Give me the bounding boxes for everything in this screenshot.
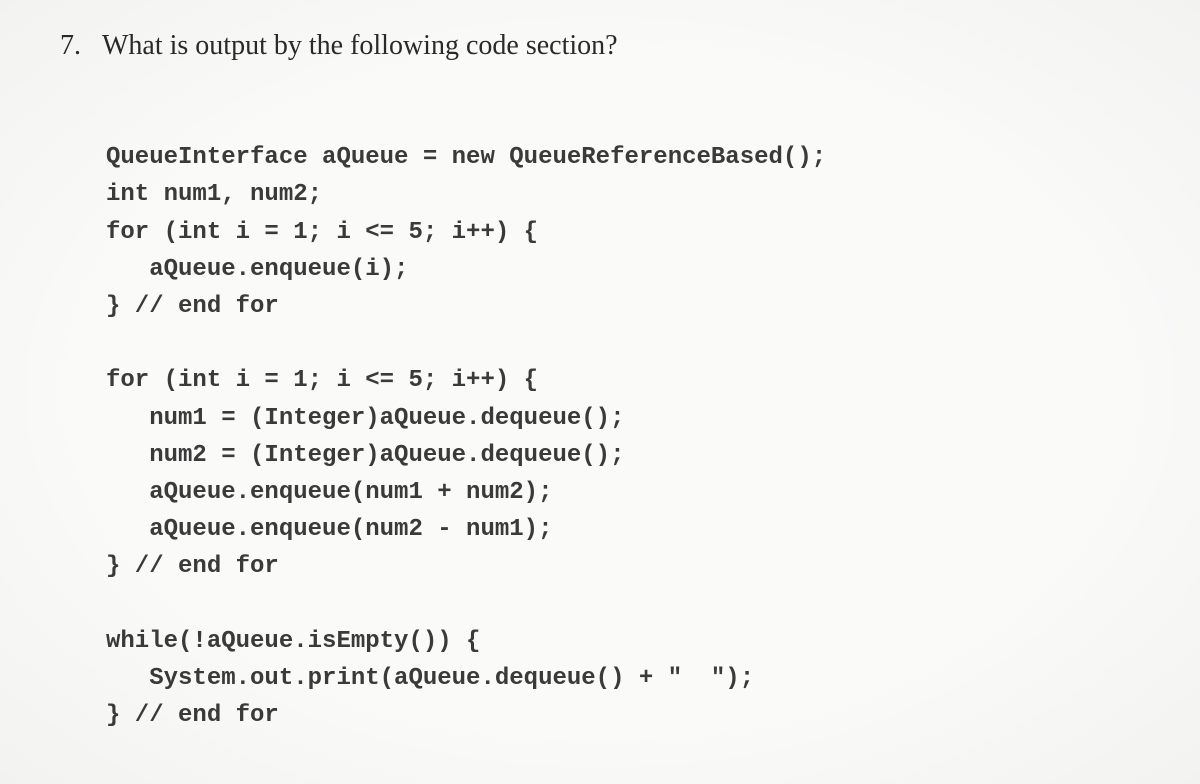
code-line: num2 = (Integer)aQueue.dequeue(); — [106, 442, 624, 469]
code-line: for (int i = 1; i <= 5; i++) { — [106, 367, 538, 394]
code-line: while(!aQueue.isEmpty()) { — [106, 628, 480, 655]
question-text: What is output by the following code sec… — [102, 30, 618, 62]
code-line: } // end for — [106, 293, 279, 320]
code-block: QueueInterface aQueue = new QueueReferen… — [106, 102, 1140, 734]
code-line: for (int i = 1; i <= 5; i++) { — [106, 219, 538, 246]
question-header: 7. What is output by the following code … — [60, 30, 1140, 62]
code-line: } // end for — [106, 553, 279, 580]
code-line: int num1, num2; — [106, 181, 322, 208]
question-number: 7. — [60, 30, 88, 62]
code-line: aQueue.enqueue(i); — [106, 256, 408, 283]
code-line: num1 = (Integer)aQueue.dequeue(); — [106, 405, 624, 432]
code-line: System.out.print(aQueue.dequeue() + " ")… — [106, 665, 754, 692]
code-line: aQueue.enqueue(num1 + num2); — [106, 479, 552, 506]
code-line: } // end for — [106, 702, 279, 729]
code-line: aQueue.enqueue(num2 - num1); — [106, 516, 552, 543]
code-line: QueueInterface aQueue = new QueueReferen… — [106, 144, 826, 171]
